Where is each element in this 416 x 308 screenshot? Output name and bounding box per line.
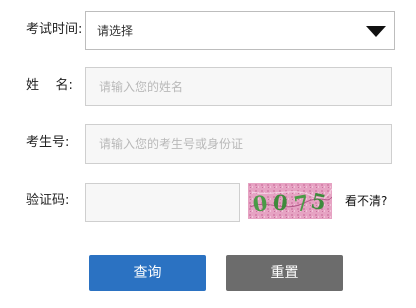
captcha-image[interactable]: 0 0 7 5 <box>248 183 332 219</box>
name-field-wrapper <box>85 67 392 106</box>
exam-time-select[interactable]: 请选择 <box>85 11 395 50</box>
exam-number-label: 考生号: <box>26 135 70 150</box>
exam-number-field-wrapper <box>85 124 392 164</box>
query-button[interactable]: 查询 <box>89 255 206 291</box>
captcha-label: 验证码: <box>26 193 70 208</box>
name-label: 姓 名: <box>26 78 73 93</box>
captcha-char-2: 0 <box>272 189 289 215</box>
reset-button[interactable]: 重置 <box>226 255 343 291</box>
captcha-input[interactable] <box>86 184 239 221</box>
caret-down-icon[interactable] <box>366 26 386 37</box>
captcha-field-wrapper <box>85 183 240 222</box>
exam-time-label: 考试时间: <box>26 22 83 37</box>
exam-time-selected-value: 请选择 <box>97 24 134 38</box>
refresh-captcha-link[interactable]: 看不清? <box>345 193 387 209</box>
name-input[interactable] <box>86 68 391 105</box>
exam-number-input[interactable] <box>86 125 391 163</box>
